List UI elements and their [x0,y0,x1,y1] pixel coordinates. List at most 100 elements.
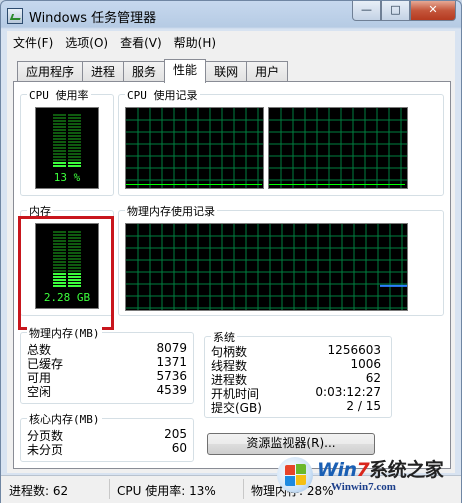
watermark-cn: 系统之家 [369,459,444,481]
resource-monitor-button[interactable]: 资源监视器(R)... [207,433,375,455]
cpu-meter-segment [68,165,81,167]
memory-history-plot [126,224,407,310]
cpu-history-plot-2 [269,108,407,188]
maximize-button[interactable]: □ [381,1,410,21]
status-processes: 进程数: 62 [9,484,69,498]
cpu-meter-segment [53,144,66,146]
window-title: Windows 任务管理器 [29,11,157,26]
stat-key-free: 空闲 [27,385,52,399]
watermark: Win7系统之家 Winwin7.com [277,453,462,503]
tab-performance[interactable]: 性能 [164,59,207,83]
menu-file[interactable]: 文件(F) [7,34,59,51]
tab-strip: 应用程序 进程 服务 性能 联网 用户 [17,59,289,83]
memory-history-graph [125,223,408,311]
stat-value-cached: 1371 [156,355,187,369]
tab-networking[interactable]: 联网 [205,61,248,82]
performance-pane: CPU 使用率 13 % CPU 使用记录 内存 2.28 GB 物理内存使用记… [13,81,451,469]
stat-value-available: 5736 [156,369,187,383]
physical-memory-label: 物理内存(MB) [27,325,102,341]
cpu-meter-segment [53,129,66,131]
cpu-usage-label: CPU 使用率 [27,87,91,103]
tab-users[interactable]: 用户 [246,61,289,82]
stat-key-commit: 提交(GB) [211,401,262,415]
cpu-meter-segment [53,120,66,122]
cpu-history-graph-core-2 [268,107,408,189]
stat-value-total: 8079 [156,341,187,355]
stat-row: 开机时间 0:03:12:27 [211,385,381,401]
watermark-seven: 7 [356,459,370,481]
cpu-history-label: CPU 使用记录 [125,87,200,103]
status-separator [109,479,110,499]
cpu-meter-segment [68,120,81,122]
minimize-button[interactable]: — [352,1,381,21]
cpu-meter-segment [68,150,81,152]
cpu-meter-segment [68,153,81,155]
cpu-meter-segment [68,114,81,116]
tab-processes[interactable]: 进程 [82,61,125,82]
cpu-history-group: CPU 使用记录 [118,87,444,196]
stat-row: 线程数 1006 [211,357,381,373]
cpu-usage-meter: 13 % [35,107,99,189]
cpu-usage-group: CPU 使用率 13 % [20,87,114,196]
cpu-meter-segment [68,126,81,128]
memory-history-group: 物理内存使用记录 [118,203,444,316]
stat-row: 分页数 205 [27,427,187,443]
cpu-meter-segment [53,153,66,155]
cpu-meter-segment [68,162,81,164]
kernel-memory-group: 核心内存(MB) 分页数 205 未分页 60 [20,411,194,462]
cpu-meter-segment [68,132,81,134]
stat-row: 提交(GB) 2 / 15 [211,399,381,415]
cpu-meter-segment [53,126,66,128]
menu-options[interactable]: 选项(O) [59,34,114,51]
cpu-meter-segment [68,123,81,125]
menu-bar: 文件(F) 选项(O) 查看(V) 帮助(H) [7,31,455,53]
cpu-meter-segment [68,147,81,149]
cpu-meter-segment [53,162,66,164]
status-cpu: CPU 使用率: 13% [117,484,216,498]
cpu-meter-segment [68,138,81,140]
cpu-meter-segment [68,135,81,137]
cpu-meter-segment [53,132,66,134]
watermark-url: Winwin7.com [331,481,396,493]
close-button[interactable]: ✕ [410,1,456,21]
stat-value-processes: 62 [365,371,381,385]
stat-row: 可用 5736 [27,369,187,385]
task-manager-window: Windows 任务管理器 — □ ✕ 文件(F) 选项(O) 查看(V) 帮助… [0,0,462,503]
status-separator [243,479,244,499]
cpu-meter-segment [68,159,81,161]
stat-value-nonpaged: 60 [171,441,187,455]
cpu-history-plot-1 [126,108,263,188]
cpu-meter-segment [53,135,66,137]
tab-applications[interactable]: 应用程序 [17,61,84,82]
watermark-win: Win [317,459,357,481]
physical-memory-group: 物理内存(MB) 总数 8079 已缓存 1371 可用 5736 空闲 453… [20,325,194,404]
windows-logo-icon [277,457,313,493]
stat-row: 未分页 60 [27,441,187,457]
cpu-meter-segment [53,147,66,149]
menu-help[interactable]: 帮助(H) [168,34,222,51]
tab-services[interactable]: 服务 [123,61,166,82]
stat-row: 进程数 62 [211,371,381,387]
cpu-meter-segment [53,114,66,116]
title-bar[interactable]: Windows 任务管理器 — □ ✕ [1,1,461,29]
cpu-meter-segment [53,159,66,161]
stat-value-handles: 1256603 [327,343,381,357]
cpu-meter-segment [53,141,66,143]
cpu-usage-value: 13 % [53,171,81,184]
stat-row: 已缓存 1371 [27,355,187,371]
cpu-meter-segment [53,117,66,119]
cpu-meter-segment [68,129,81,131]
cpu-meter-segment [53,138,66,140]
menu-view[interactable]: 查看(V) [114,34,168,51]
cpu-meter-segment [68,156,81,158]
stat-row: 空闲 4539 [27,383,187,399]
watermark-title: Win7系统之家 [317,455,444,482]
stat-value-threads: 1006 [350,357,381,371]
kernel-memory-label: 核心内存(MB) [27,411,102,427]
cpu-meter-segment [68,117,81,119]
cpu-history-graph-core-1 [125,107,264,189]
task-manager-icon [7,8,23,24]
stat-value-commit: 2 / 15 [346,399,381,413]
cpu-meter-segment [53,123,66,125]
cpu-meter-segment [53,150,66,152]
